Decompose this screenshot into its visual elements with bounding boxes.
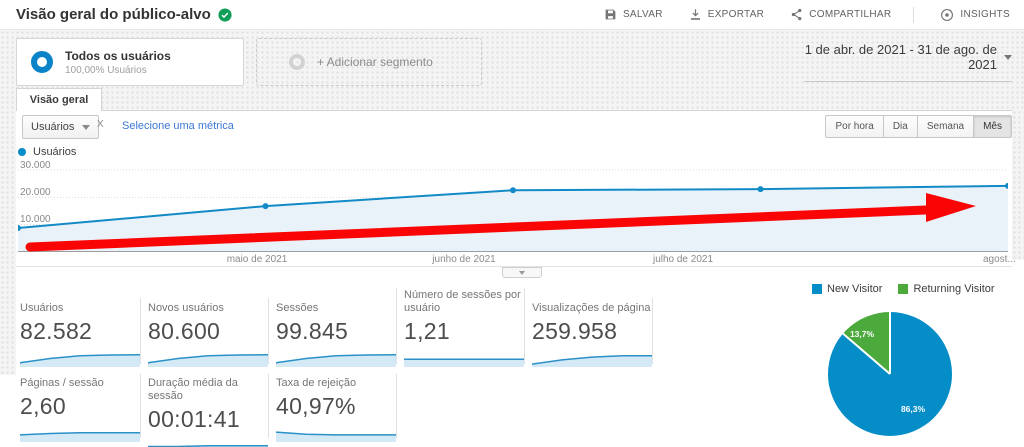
- sparkline: [147, 353, 269, 367]
- divider: [140, 374, 141, 438]
- pie-slice-label: 13,7%: [849, 329, 875, 339]
- divider: [652, 298, 653, 364]
- granularity-day-button[interactable]: Dia: [882, 115, 918, 138]
- segment-ring-icon: [31, 51, 53, 73]
- divider: [268, 374, 269, 438]
- legend-swatch-icon: [812, 284, 822, 294]
- save-button[interactable]: SALVAR: [604, 8, 663, 21]
- chevron-down-icon: [82, 124, 91, 130]
- save-icon: [604, 8, 617, 21]
- chart-collapse-button[interactable]: [502, 267, 542, 278]
- pie-slice-divider: [889, 312, 891, 374]
- metric-selector-dropdown[interactable]: Usuários: [22, 115, 100, 139]
- granularity-hour-button[interactable]: Por hora: [825, 115, 884, 138]
- divider: [396, 374, 397, 438]
- insights-button[interactable]: INSIGHTS: [940, 8, 1010, 22]
- series-name: Usuários: [33, 146, 77, 158]
- sparkline: [19, 353, 141, 367]
- segment-all-users[interactable]: Todos os usuários 100,00% Usuários: [16, 38, 244, 86]
- users-line-chart: [18, 169, 1008, 252]
- scorecard-bounce-rate: Taxa de rejeição 40,97%: [275, 377, 402, 447]
- divider: [913, 6, 915, 23]
- pie-slice-divider: [842, 332, 891, 375]
- series-dot-icon: [18, 148, 26, 156]
- export-button[interactable]: EXPORTAR: [689, 8, 765, 21]
- sparkline: [531, 354, 652, 367]
- vs-label: X: [97, 119, 104, 130]
- sparkline: [148, 445, 268, 447]
- divider: [268, 298, 269, 364]
- scorecard-sessions: Sessões 99.845: [275, 302, 402, 372]
- segment-subtitle: 100,00% Usuários: [65, 64, 147, 76]
- x-axis-tick: junho de 2021: [432, 254, 496, 265]
- background-texture: [0, 110, 16, 375]
- date-range-text: 1 de abr. de 2021 - 31 de ago. de 2021: [804, 42, 997, 72]
- y-axis-tick: 20.000: [20, 187, 51, 198]
- audience-overview-page: Visão geral do público-alvo SALVAR EXPOR…: [0, 0, 1024, 447]
- background-texture: [1012, 110, 1024, 260]
- share-icon: [790, 8, 803, 21]
- x-axis-tick: julho de 2021: [652, 254, 714, 265]
- legend-swatch-icon: [898, 284, 909, 294]
- scorecard-new-users: Novos usuários 80.600: [147, 302, 274, 372]
- granularity-month-button[interactable]: Mês: [973, 115, 1012, 138]
- sparkline: [275, 353, 397, 367]
- pie-chart-legend: New Visitor Returning Visitor: [812, 283, 995, 295]
- scorecard-avg-session-duration: Duração média da sessão 00:01:41: [148, 377, 274, 447]
- scorecard-pages-per-session: Páginas / sessão 2,60: [19, 377, 146, 447]
- granularity-week-button[interactable]: Semana: [916, 115, 975, 138]
- divider: [140, 298, 141, 364]
- sparkline: [275, 431, 396, 442]
- page-title: Visão geral do público-alvo: [16, 6, 211, 23]
- legend-item-new-visitor: New Visitor: [812, 283, 882, 295]
- header-actions: SALVAR EXPORTAR COMPARTILHAR INSIGHTS: [578, 6, 1010, 23]
- granularity-toggle: Por hora Dia Semana Mês: [825, 115, 1012, 138]
- verified-check-icon: [218, 7, 232, 22]
- scorecard-pageviews: Visualizações de página 259.958: [531, 302, 658, 372]
- x-axis-tick: maio de 2021: [226, 254, 288, 265]
- add-segment-button[interactable]: + Adicionar segmento: [256, 38, 482, 86]
- select-metric-link[interactable]: Selecione uma métrica: [122, 120, 234, 132]
- legend-item-returning-visitor: Returning Visitor: [898, 283, 995, 295]
- segment-title: Todos os usuários: [65, 48, 171, 63]
- y-axis-tick: 10.000: [20, 214, 51, 225]
- segment-ring-icon: [289, 54, 305, 70]
- export-icon: [689, 8, 702, 21]
- scorecard-sessions-per-user: Número de sessões por usuário 1,21: [404, 289, 530, 372]
- chevron-down-icon: [1004, 54, 1012, 60]
- scorecard-users: Usuários 82.582: [19, 302, 146, 372]
- share-button[interactable]: COMPARTILHAR: [790, 8, 891, 21]
- divider: [396, 288, 397, 364]
- line-chart-legend: Usuários: [18, 146, 76, 158]
- y-axis-tick: 30.000: [20, 160, 51, 171]
- sparkline: [19, 432, 140, 442]
- date-range-selector[interactable]: 1 de abr. de 2021 - 31 de ago. de 2021: [804, 42, 1012, 82]
- pie-slice-label: 86,3%: [900, 404, 926, 414]
- chevron-down-icon: [519, 270, 525, 275]
- divider: [524, 288, 525, 364]
- sparkline: [404, 358, 524, 367]
- report-header: Visão geral do público-alvo SALVAR EXPOR…: [0, 0, 1024, 30]
- add-segment-label: + Adicionar segmento: [317, 55, 433, 69]
- x-axis-tick: agost...: [983, 254, 1016, 265]
- tab-overview[interactable]: Visão geral: [16, 88, 102, 111]
- insights-icon: [940, 8, 954, 22]
